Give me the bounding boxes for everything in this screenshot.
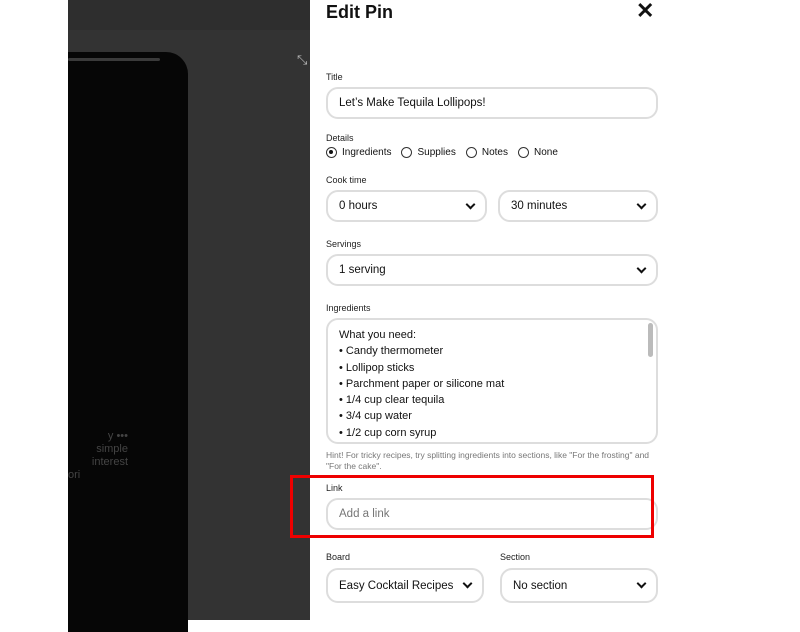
- cook-time-label: Cook time: [326, 175, 367, 185]
- close-icon[interactable]: ✕: [636, 0, 654, 24]
- title-label: Title: [326, 72, 343, 82]
- ingredients-textarea[interactable]: What you need: • Candy thermometer • Lol…: [326, 318, 658, 444]
- page-margin: [0, 0, 68, 620]
- expand-icon[interactable]: ⤡: [297, 52, 307, 68]
- chevron-down-icon: [636, 578, 647, 589]
- servings-label: Servings: [326, 239, 362, 249]
- section-label: Section: [500, 552, 531, 562]
- title-input[interactable]: Let’s Make Tequila Lollipops!: [326, 87, 658, 119]
- pin-preview-image: y ••• simple interest ori: [68, 52, 188, 632]
- board-label: Board: [326, 552, 351, 562]
- radio-supplies[interactable]: Supplies: [401, 147, 456, 158]
- cook-hours-select[interactable]: 0 hours: [326, 190, 487, 222]
- servings-select[interactable]: 1 serving: [326, 254, 658, 286]
- ingredients-hint: Hint! For tricky recipes, try splitting …: [326, 450, 650, 471]
- section-select[interactable]: No section: [500, 568, 658, 603]
- ingredients-label: Ingredients: [326, 303, 371, 313]
- chevron-down-icon: [465, 199, 476, 209]
- details-radio-group: Ingredients Supplies Notes None: [326, 147, 558, 158]
- textarea-scrollbar[interactable]: [648, 323, 653, 357]
- radio-none[interactable]: None: [517, 147, 558, 158]
- radio-ingredients[interactable]: Ingredients: [326, 147, 391, 158]
- chevron-down-icon: [462, 578, 473, 589]
- board-select[interactable]: Easy Cocktail Recipes: [326, 568, 484, 603]
- radio-notes[interactable]: Notes: [465, 147, 508, 158]
- chevron-down-icon: [636, 199, 647, 209]
- pin-preview-backdrop: y ••• simple interest ori ⤡: [68, 0, 310, 632]
- panel-title: Edit Pin: [326, 2, 393, 22]
- link-highlight-box: [290, 475, 654, 538]
- pin-preview-text: y ••• simple interest ori: [68, 430, 128, 481]
- details-label: Details: [326, 133, 354, 143]
- chevron-down-icon: [636, 263, 647, 273]
- cook-minutes-select[interactable]: 30 minutes: [498, 190, 658, 222]
